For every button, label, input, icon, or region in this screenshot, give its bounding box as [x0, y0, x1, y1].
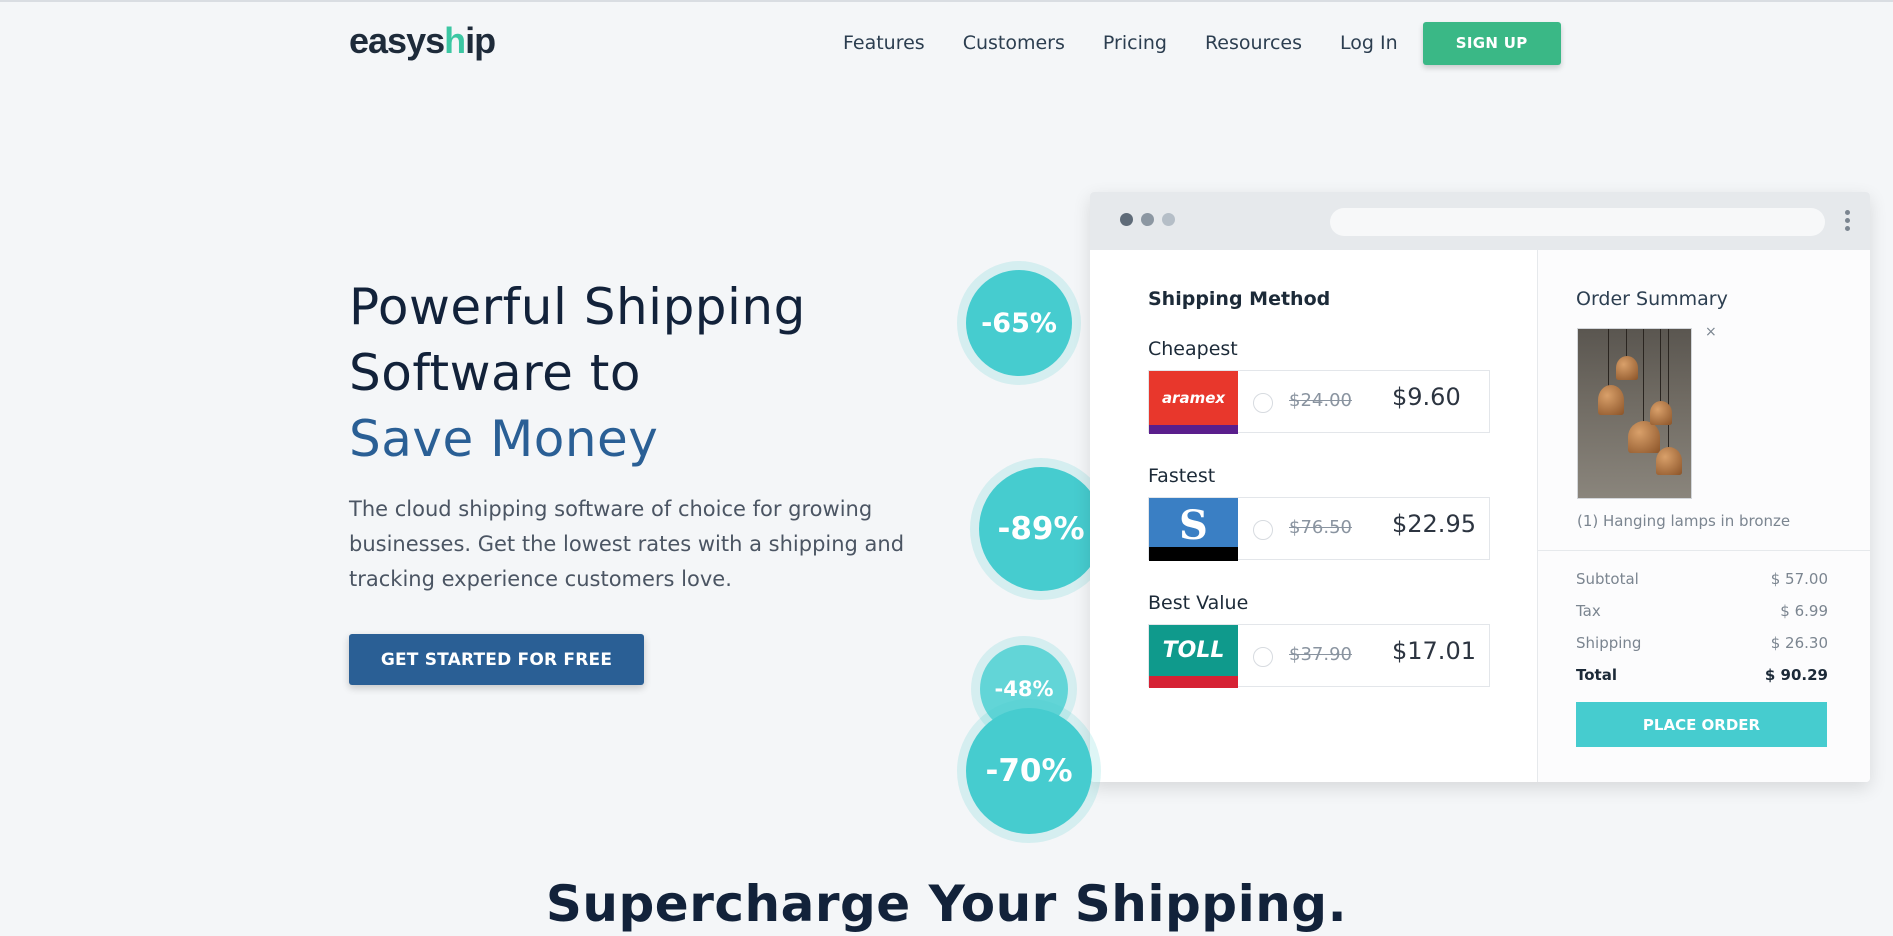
radio-button[interactable]	[1253, 520, 1273, 540]
checkout-mockup: Shipping Method Cheapest aramex $24.00 $…	[1090, 192, 1870, 782]
radio-button[interactable]	[1253, 647, 1273, 667]
remove-item-icon[interactable]: ×	[1705, 324, 1717, 340]
shipping-option-cheapest[interactable]: aramex $24.00 $9.60	[1148, 370, 1490, 434]
logo-text-3: ip	[465, 20, 496, 61]
section-title: Supercharge Your Shipping.	[545, 875, 1348, 933]
summary-row-total: Total $ 90.29	[1576, 666, 1828, 684]
aramex-logo-icon: aramex	[1149, 371, 1238, 434]
old-price: $24.00	[1289, 390, 1352, 411]
summary-divider	[1538, 550, 1870, 551]
hero-title: Powerful Shipping Software to Save Money	[349, 274, 909, 472]
new-price: $17.01	[1392, 637, 1476, 665]
nav-login[interactable]: Log In	[1340, 32, 1398, 54]
easyship-logo[interactable]: easyship	[349, 20, 496, 62]
discount-badge-89: -89%	[979, 467, 1103, 591]
place-order-button[interactable]: PLACE ORDER	[1576, 702, 1827, 747]
summary-value: $ 6.99	[1780, 602, 1828, 620]
browser-toolbar	[1090, 192, 1870, 250]
order-summary-title: Order Summary	[1576, 288, 1728, 310]
hero-title-line-2: Software to	[349, 344, 641, 402]
discount-badge-70: -70%	[966, 708, 1092, 834]
shipping-option-best-value[interactable]: TOLL $37.90 $17.01	[1148, 624, 1490, 688]
new-price: $9.60	[1392, 383, 1461, 411]
summary-label: Total	[1576, 666, 1617, 684]
new-price: $22.95	[1392, 510, 1476, 538]
option-label-best-value: Best Value	[1148, 592, 1249, 614]
carrier-name: aramex	[1149, 371, 1238, 425]
shipping-method-title: Shipping Method	[1148, 288, 1331, 310]
startrack-logo-icon: S	[1149, 498, 1238, 561]
radio-button[interactable]	[1253, 393, 1273, 413]
logo-text-2: h	[444, 20, 466, 61]
window-dot-icon	[1141, 213, 1154, 226]
main-nav: Features Customers Pricing Resources Log…	[843, 21, 1561, 65]
item-caption: (1) Hanging lamps in bronze	[1577, 512, 1791, 530]
nav-customers[interactable]: Customers	[963, 32, 1065, 54]
kebab-menu-icon	[1845, 210, 1850, 234]
summary-label: Shipping	[1576, 634, 1642, 652]
carrier-name: TOLL	[1149, 625, 1238, 676]
summary-value: $ 26.30	[1770, 634, 1828, 652]
option-label-fastest: Fastest	[1148, 465, 1216, 487]
discount-badge-65: -65%	[966, 270, 1072, 376]
nav-resources[interactable]: Resources	[1205, 32, 1302, 54]
toll-logo-icon: TOLL	[1149, 625, 1238, 688]
window-dot-icon	[1120, 213, 1133, 226]
address-bar	[1330, 208, 1825, 236]
order-summary-panel: Order Summary × (1) Hanging lamps in bro…	[1537, 250, 1870, 782]
old-price: $76.50	[1289, 517, 1352, 538]
nav-features[interactable]: Features	[843, 32, 925, 54]
logo-text-1: easys	[349, 20, 445, 61]
summary-label: Subtotal	[1576, 570, 1639, 588]
nav-pricing[interactable]: Pricing	[1103, 32, 1167, 54]
summary-value: $ 57.00	[1770, 570, 1828, 588]
get-started-button[interactable]: GET STARTED FOR FREE	[349, 634, 644, 685]
signup-button[interactable]: SIGN UP	[1422, 21, 1561, 65]
hero-subtitle: The cloud shipping software of choice fo…	[349, 497, 905, 591]
shipping-option-fastest[interactable]: S $76.50 $22.95	[1148, 497, 1490, 561]
window-dot-icon	[1162, 213, 1175, 226]
shipping-method-panel: Shipping Method Cheapest aramex $24.00 $…	[1090, 250, 1537, 782]
summary-value: $ 90.29	[1764, 666, 1828, 684]
hero-title-highlight: Save Money	[349, 410, 659, 468]
old-price: $37.90	[1289, 644, 1352, 665]
hero-title-line-1: Powerful Shipping	[349, 278, 806, 336]
summary-row-subtotal: Subtotal $ 57.00	[1576, 570, 1828, 588]
carrier-name: S	[1149, 498, 1238, 552]
product-image	[1577, 328, 1692, 499]
summary-row-shipping: Shipping $ 26.30	[1576, 634, 1828, 652]
summary-row-tax: Tax $ 6.99	[1576, 602, 1828, 620]
summary-label: Tax	[1576, 602, 1601, 620]
option-label-cheapest: Cheapest	[1148, 338, 1238, 360]
